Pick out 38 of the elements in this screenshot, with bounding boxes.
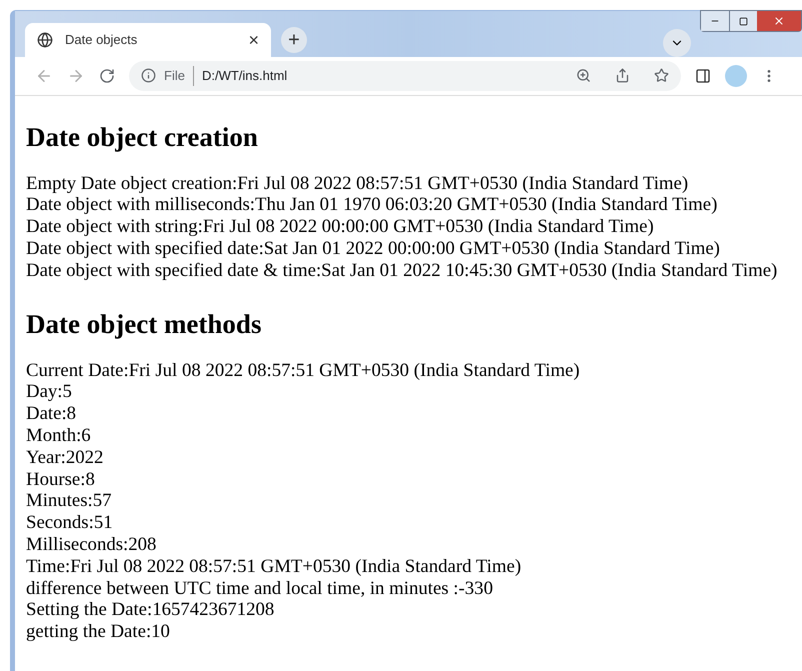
output-line: Empty Date object creation:Fri Jul 08 2022 08:57:51 GMT+0530 (India Standard Time) — [26, 172, 688, 194]
close-window-button[interactable] — [757, 11, 801, 31]
close-icon — [773, 15, 785, 27]
output-line: Day:5 — [26, 381, 72, 404]
maximize-button[interactable] — [729, 11, 757, 31]
output-line: getting the Date:10 — [26, 621, 170, 643]
section-heading: Date object creation — [26, 122, 259, 151]
output-line: Date:8 — [26, 403, 76, 426]
output-line: Setting the Date:1657423671208 — [26, 599, 274, 622]
section-heading: Date object methods — [26, 310, 262, 338]
output-line: Date object with string:Fri Jul 08 2022 00:00:00 GMT+0530 (India Standard Time) — [26, 216, 654, 238]
address-bar[interactable]: File D:/WT/ins.html — [129, 60, 681, 91]
output-line: Date object with milliseconds:Thu Jan 01 1970 06:03:20 GMT+0530 (India Standard Time) — [26, 194, 718, 216]
bookmark-star-icon[interactable] — [654, 68, 669, 84]
output-line: Current Date:Fri Jul 08 2022 08:57:51 GMT+0530 (India Standard Time) — [26, 360, 580, 382]
tab-title: Date objects — [65, 31, 138, 50]
side-panel-icon[interactable] — [695, 68, 711, 84]
maximize-icon — [739, 16, 748, 26]
output-line: Milliseconds:208 — [26, 534, 156, 556]
scheme-label: File — [164, 66, 194, 86]
output-line: Year:2022 — [26, 446, 104, 469]
url-text: D:/WT/ins.html — [202, 67, 288, 86]
browser-tab[interactable]: Date objects × — [25, 23, 271, 58]
zoom-icon[interactable] — [576, 68, 591, 84]
output-line: Date object with specified date & time:Sat Jan 01 2022 10:45:30 GMT+0530 (India Standard Time) — [26, 260, 778, 282]
close-tab-button[interactable]: × — [248, 26, 259, 54]
output-line: difference between UTC time and local time, in minutes :-330 — [26, 578, 493, 600]
reload-button[interactable] — [99, 68, 115, 84]
new-tab-button[interactable]: + — [281, 27, 307, 54]
output-line: Minutes:57 — [26, 490, 112, 512]
output-line: Month:6 — [26, 425, 91, 447]
output-line: Hourse:8 — [26, 468, 95, 490]
output-line: Time:Fri Jul 08 2022 08:57:51 GMT+0530 (India Standard Time) — [26, 556, 522, 578]
globe-icon — [37, 32, 53, 48]
output-line: Date object with specified date:Sat Jan 01 2022 00:00:00 GMT+0530 (India Standard Time) — [26, 238, 720, 260]
info-icon — [141, 68, 156, 84]
share-icon[interactable] — [615, 68, 630, 84]
output-line: Seconds:51 — [26, 512, 113, 534]
